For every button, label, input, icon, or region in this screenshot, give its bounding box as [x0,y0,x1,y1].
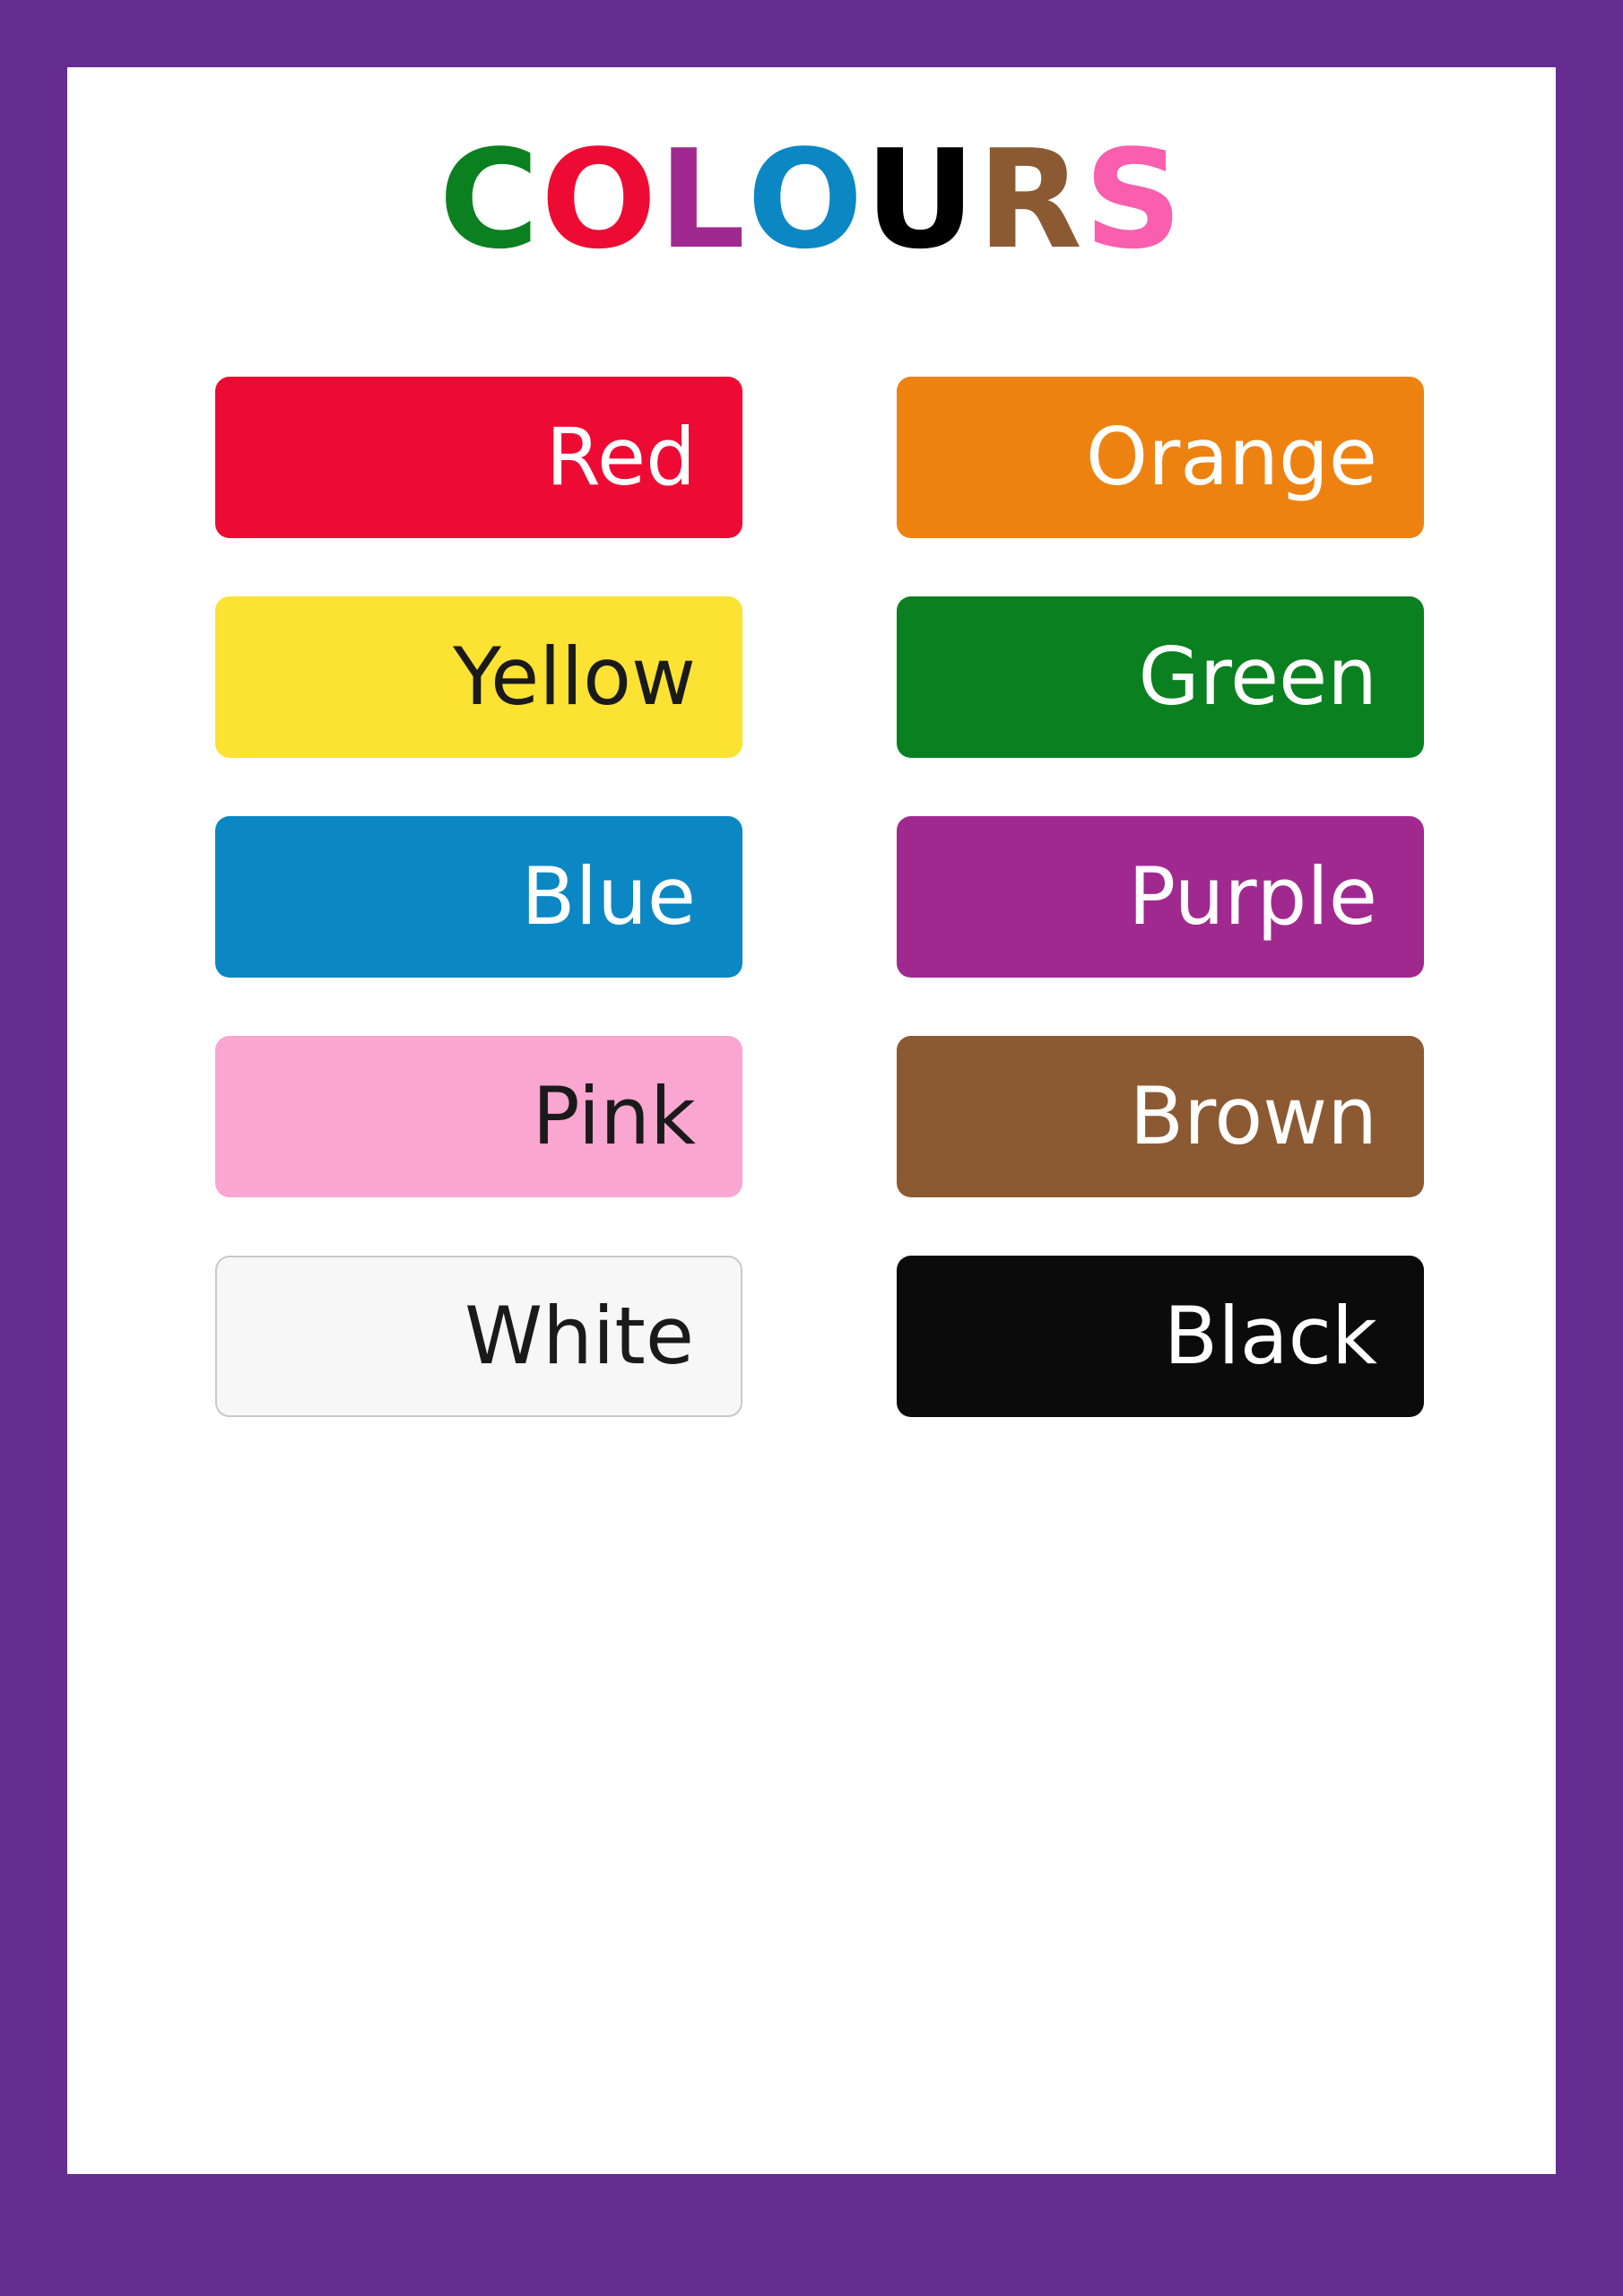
colour-swatch-white[interactable]: White [215,1256,742,1417]
colour-swatch-pink[interactable]: Pink [215,1036,742,1197]
colour-swatch-blue[interactable]: Blue [215,816,742,978]
colour-swatch-label: White [464,1297,741,1376]
swatch-row: Yellow Green [67,596,1556,816]
colour-swatch-yellow[interactable]: Yellow [215,596,742,758]
colour-swatch-label: Brown [1130,1077,1424,1156]
title-letter-l-2: L [658,132,747,268]
colour-swatch-label: Green [1139,638,1425,717]
colour-swatch-label: Pink [533,1077,742,1156]
colour-swatch-label: Orange [1086,418,1424,497]
title-letter-o-1: O [541,132,658,268]
colour-swatch-label: Red [546,418,742,497]
title-letter-o-3: O [747,132,864,268]
page-title: COLOURS [67,132,1556,268]
colour-swatch-label: Blue [521,857,742,936]
colour-swatch-brown[interactable]: Brown [897,1036,1424,1197]
colour-swatch-label: Black [1164,1297,1424,1376]
title-letter-u-4: U [864,132,976,268]
title-letter-c-0: C [439,132,542,268]
colour-swatch-label: Purple [1128,857,1424,936]
colour-swatch-black[interactable]: Black [897,1256,1424,1417]
colour-swatch-green[interactable]: Green [897,596,1424,758]
swatch-row: Red Orange [67,377,1556,596]
swatch-row: Pink Brown [67,1036,1556,1256]
swatch-row: Blue Purple [67,816,1556,1036]
swatch-row: White Black [67,1256,1556,1475]
title-letter-s-6: S [1084,132,1184,268]
colour-swatch-purple[interactable]: Purple [897,816,1424,978]
colour-swatch-grid: Red Orange Yellow Green Blue Purple Pink Brown W… [67,377,1556,1475]
colours-poster: COLOURS RedOrangeYellowGreenBluePurplePi… [0,0,1623,2296]
colour-swatch-red[interactable]: Red [215,377,742,538]
colour-swatch-label: Yellow [453,638,742,717]
title-letter-r-5: R [977,132,1084,268]
poster-sheet: COLOURS RedOrangeYellowGreenBluePurplePi… [67,67,1556,2174]
colour-swatch-orange[interactable]: Orange [897,377,1424,538]
